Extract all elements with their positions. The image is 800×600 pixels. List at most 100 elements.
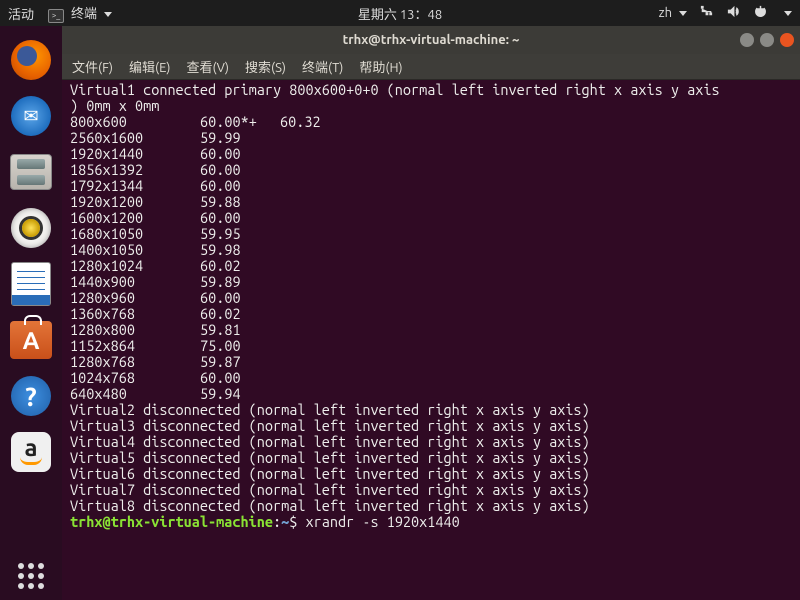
refresh-rate-value: 60.00	[200, 290, 280, 306]
close-button[interactable]	[780, 33, 794, 47]
resolution-value: 640x480	[70, 386, 200, 402]
xrandr-mode-row: 1280x96060.00	[70, 290, 792, 306]
xrandr-mode-row: 1920x120059.88	[70, 194, 792, 210]
xrandr-mode-row: 1360x76860.02	[70, 306, 792, 322]
menu-terminal[interactable]: 终端(T)	[302, 57, 343, 76]
xrandr-output-line: Virtual4 disconnected (normal left inver…	[70, 434, 792, 450]
shopping-bag-icon	[10, 321, 52, 359]
xrandr-mode-row: 1280x76859.87	[70, 354, 792, 370]
refresh-rate-value: 60.02	[200, 258, 280, 274]
terminal-body[interactable]: Virtual1 connected primary 800x600+0+0 (…	[62, 80, 800, 600]
resolution-value: 1792x1344	[70, 178, 200, 194]
dock-item-thunderbird[interactable]	[7, 92, 55, 140]
terminal-icon: >_	[48, 9, 64, 23]
xrandr-mode-row: 800x60060.00*+60.32	[70, 114, 792, 130]
refresh-rate-value: 59.99	[200, 130, 280, 146]
refresh-rate-value: 60.00	[200, 146, 280, 162]
thunderbird-icon	[11, 96, 51, 136]
chevron-down-icon	[679, 11, 687, 16]
input-source-indicator[interactable]: zh	[659, 6, 687, 20]
resolution-value: 1280x768	[70, 354, 200, 370]
clock[interactable]: 星期六 13：48	[358, 4, 442, 23]
amazon-icon: a	[11, 432, 51, 472]
xrandr-mode-row: 1792x134460.00	[70, 178, 792, 194]
clock-label: 星期六 13：48	[358, 4, 442, 23]
dock-item-firefox[interactable]	[7, 36, 55, 84]
refresh-rate-value: 60.00	[200, 178, 280, 194]
xrandr-mode-row: 1152x86475.00	[70, 338, 792, 354]
refresh-rate-value: 60.02	[200, 306, 280, 322]
xrandr-output-line: Virtual1 connected primary 800x600+0+0 (…	[70, 82, 792, 98]
terminal-menubar: 文件(F) 编辑(E) 查看(V) 搜索(S) 终端(T) 帮助(H)	[62, 54, 800, 80]
refresh-rate-value: 60.00	[200, 210, 280, 226]
xrandr-mode-row: 1280x102460.02	[70, 258, 792, 274]
xrandr-output-line: ) 0mm x 0mm	[70, 98, 792, 114]
xrandr-mode-row: 1440x90059.89	[70, 274, 792, 290]
resolution-value: 1280x800	[70, 322, 200, 338]
resolution-value: 1440x900	[70, 274, 200, 290]
refresh-rate-value: 59.87	[200, 354, 280, 370]
xrandr-mode-row: 1400x105059.98	[70, 242, 792, 258]
chevron-down-icon	[784, 11, 792, 16]
maximize-button[interactable]	[760, 33, 774, 47]
volume-icon[interactable]	[726, 4, 741, 22]
menu-help[interactable]: 帮助(H)	[359, 57, 402, 76]
power-icon[interactable]	[753, 4, 768, 22]
terminal-window: trhx@trhx-virtual-machine: ~ 文件(F) 编辑(E)…	[62, 26, 800, 600]
resolution-value: 2560x1600	[70, 130, 200, 146]
dock: ? a	[0, 26, 62, 600]
command-input: xrandr -s 1920x1440	[297, 513, 459, 530]
refresh-rate-value: 60.00	[200, 162, 280, 178]
dock-item-software[interactable]	[7, 316, 55, 364]
activities-button[interactable]: 活动	[8, 4, 34, 23]
lang-label: zh	[659, 6, 672, 20]
menu-edit[interactable]: 编辑(E)	[129, 57, 170, 76]
xrandr-output-line: Virtual8 disconnected (normal left inver…	[70, 498, 792, 514]
show-applications-button[interactable]	[7, 552, 55, 600]
dock-item-files[interactable]	[7, 148, 55, 196]
refresh-rate-value: 59.94	[200, 386, 280, 402]
refresh-rate-value: 75.00	[200, 338, 280, 354]
xrandr-output-line: Virtual3 disconnected (normal left inver…	[70, 418, 792, 434]
network-icon[interactable]	[699, 4, 714, 22]
xrandr-mode-row: 1680x105059.95	[70, 226, 792, 242]
refresh-rate-value: 60.00*+	[200, 114, 280, 130]
firefox-icon	[11, 40, 51, 80]
speaker-icon	[11, 208, 51, 248]
resolution-value: 1152x864	[70, 338, 200, 354]
dock-item-rhythmbox[interactable]	[7, 204, 55, 252]
refresh-rate-value: 60.32	[280, 114, 321, 130]
dock-item-amazon[interactable]: a	[7, 428, 55, 476]
xrandr-mode-row: 1600x120060.00	[70, 210, 792, 226]
menu-search[interactable]: 搜索(S)	[245, 57, 286, 76]
xrandr-mode-row: 1856x139260.00	[70, 162, 792, 178]
menu-view[interactable]: 查看(V)	[187, 57, 229, 76]
refresh-rate-value: 59.81	[200, 322, 280, 338]
gnome-topbar: 活动 >_ 终端 星期六 13：48 zh	[0, 0, 800, 26]
files-icon	[10, 154, 52, 190]
refresh-rate-value: 59.95	[200, 226, 280, 242]
refresh-rate-value: 59.89	[200, 274, 280, 290]
dock-item-help[interactable]: ?	[7, 372, 55, 420]
resolution-value: 1600x1200	[70, 210, 200, 226]
topbar-app-label: 终端	[71, 7, 97, 21]
minimize-button[interactable]	[740, 33, 754, 47]
resolution-value: 1920x1440	[70, 146, 200, 162]
window-titlebar[interactable]: trhx@trhx-virtual-machine: ~	[62, 26, 800, 54]
resolution-value: 1280x960	[70, 290, 200, 306]
chevron-down-icon	[104, 12, 112, 17]
resolution-value: 1024x768	[70, 370, 200, 386]
refresh-rate-value: 59.88	[200, 194, 280, 210]
xrandr-output-line: Virtual2 disconnected (normal left inver…	[70, 402, 792, 418]
topbar-app-indicator[interactable]: >_ 终端	[48, 3, 112, 23]
xrandr-mode-row: 1024x76860.00	[70, 370, 792, 386]
resolution-value: 1856x1392	[70, 162, 200, 178]
resolution-value: 1360x768	[70, 306, 200, 322]
resolution-value: 1680x1050	[70, 226, 200, 242]
help-icon: ?	[11, 376, 51, 416]
xrandr-mode-row: 1280x80059.81	[70, 322, 792, 338]
refresh-rate-value: 60.00	[200, 370, 280, 386]
menu-file[interactable]: 文件(F)	[72, 57, 113, 76]
dock-item-writer[interactable]	[7, 260, 55, 308]
document-icon	[11, 262, 51, 306]
